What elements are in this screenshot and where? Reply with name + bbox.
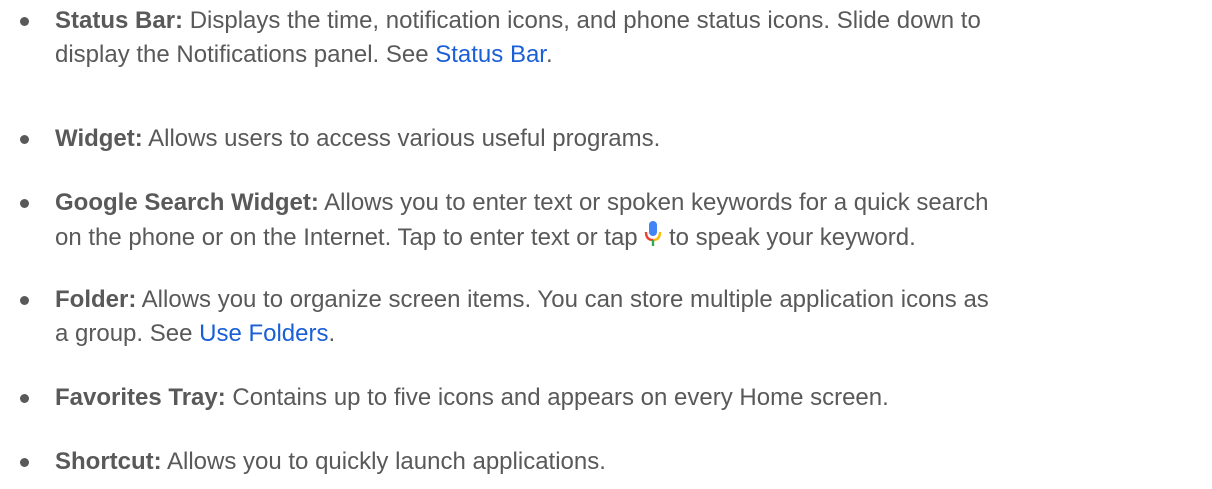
bullet-icon — [20, 394, 29, 403]
list-item-text: Status Bar: Displays the time, notificat… — [55, 4, 1200, 72]
punctuation: . — [328, 320, 336, 347]
status-bar-link[interactable]: Status Bar — [435, 41, 546, 68]
punctuation: . — [545, 41, 553, 68]
bullet-icon — [20, 17, 29, 26]
bullet-icon — [20, 296, 29, 305]
list-item-label: Google Search Widget: — [55, 189, 319, 216]
list-item-description: to speak your keyword. — [662, 224, 916, 251]
list-item-label: Shortcut: — [55, 448, 162, 475]
list-item-label: Status Bar: — [55, 7, 184, 34]
list-item-text: Favorites Tray: Contains up to five icon… — [55, 381, 1200, 415]
list-item-description: on the phone or on the Internet. Tap to … — [55, 224, 645, 251]
list-item-description: Contains up to five icons and appears on… — [232, 384, 889, 411]
bullet-icon — [20, 199, 29, 208]
list-item-description: Allows you to quickly launch application… — [167, 448, 606, 475]
bullet-icon — [20, 135, 29, 144]
list-item-description: a group. See — [55, 320, 200, 347]
microphone-icon — [645, 221, 662, 246]
list-item-description: Displays the time, notification icons, a… — [189, 7, 981, 34]
list-item-label: Favorites Tray: — [55, 384, 226, 411]
list-item-description: display the Notifications panel. See — [55, 41, 436, 68]
list-item-label: Widget: — [55, 125, 143, 152]
list-item-description: Allows you to enter text or spoken keywo… — [324, 189, 989, 216]
use-folders-link[interactable]: Use Folders — [199, 320, 328, 347]
list-item-label: Folder: — [55, 286, 137, 313]
list-item-description: Allows you to organize screen items. You… — [141, 286, 989, 313]
bullet-icon — [20, 458, 29, 467]
list-item-text: Widget: Allows users to access various u… — [55, 122, 1200, 156]
list-item-text: Google Search Widget: Allows you to ente… — [55, 186, 1200, 255]
list-item-description: Allows users to access various useful pr… — [148, 125, 661, 152]
list-item-text: Shortcut: Allows you to quickly launch a… — [55, 445, 1200, 479]
list-item-text: Folder: Allows you to organize screen it… — [55, 283, 1200, 351]
